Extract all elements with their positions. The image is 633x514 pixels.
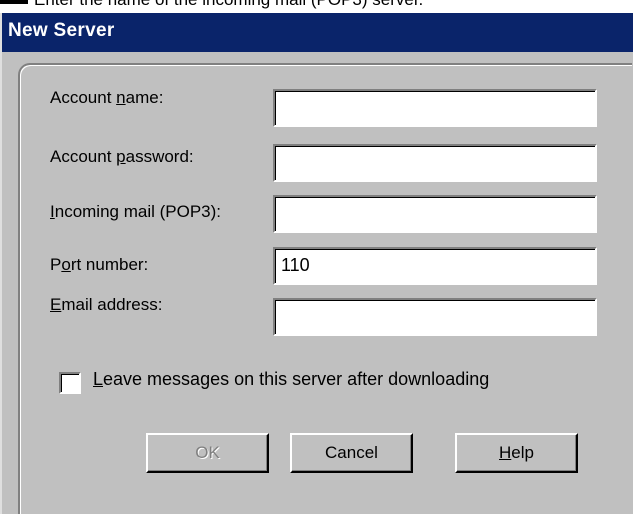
instruction-label: Enter the name of the incoming mail (POP… xyxy=(34,0,423,9)
page: Enter the name of the incoming mail (POP… xyxy=(0,0,633,514)
account-name-label: Account name: xyxy=(50,88,164,107)
step-bullet-icon xyxy=(0,0,28,4)
email-address-input[interactable] xyxy=(273,298,597,336)
leave-messages-label[interactable]: Leave messages on this server after down… xyxy=(93,369,489,390)
account-password-input[interactable] xyxy=(273,144,597,182)
account-password-label: Account password: xyxy=(50,147,194,166)
incoming-mail-input[interactable] xyxy=(273,195,597,233)
dialog-title: New Server xyxy=(8,20,115,41)
ok-button[interactable]: OK xyxy=(146,433,269,473)
incoming-mail-label: Incoming mail (POP3): xyxy=(50,202,222,221)
cancel-button[interactable]: Cancel xyxy=(290,433,413,473)
dialog-titlebar[interactable]: New Server xyxy=(2,13,633,52)
account-name-input[interactable] xyxy=(273,89,597,127)
new-server-dialog: New Server Account name: Account passwor… xyxy=(0,13,633,514)
leave-messages-checkbox[interactable] xyxy=(59,372,81,394)
port-number-label: Port number: xyxy=(50,255,149,274)
help-button[interactable]: Help xyxy=(455,433,578,473)
instruction-text: Enter the name of the incoming mail (POP… xyxy=(0,0,633,11)
email-address-label: Email address: xyxy=(50,295,163,314)
port-number-input[interactable]: 110 xyxy=(273,247,597,285)
